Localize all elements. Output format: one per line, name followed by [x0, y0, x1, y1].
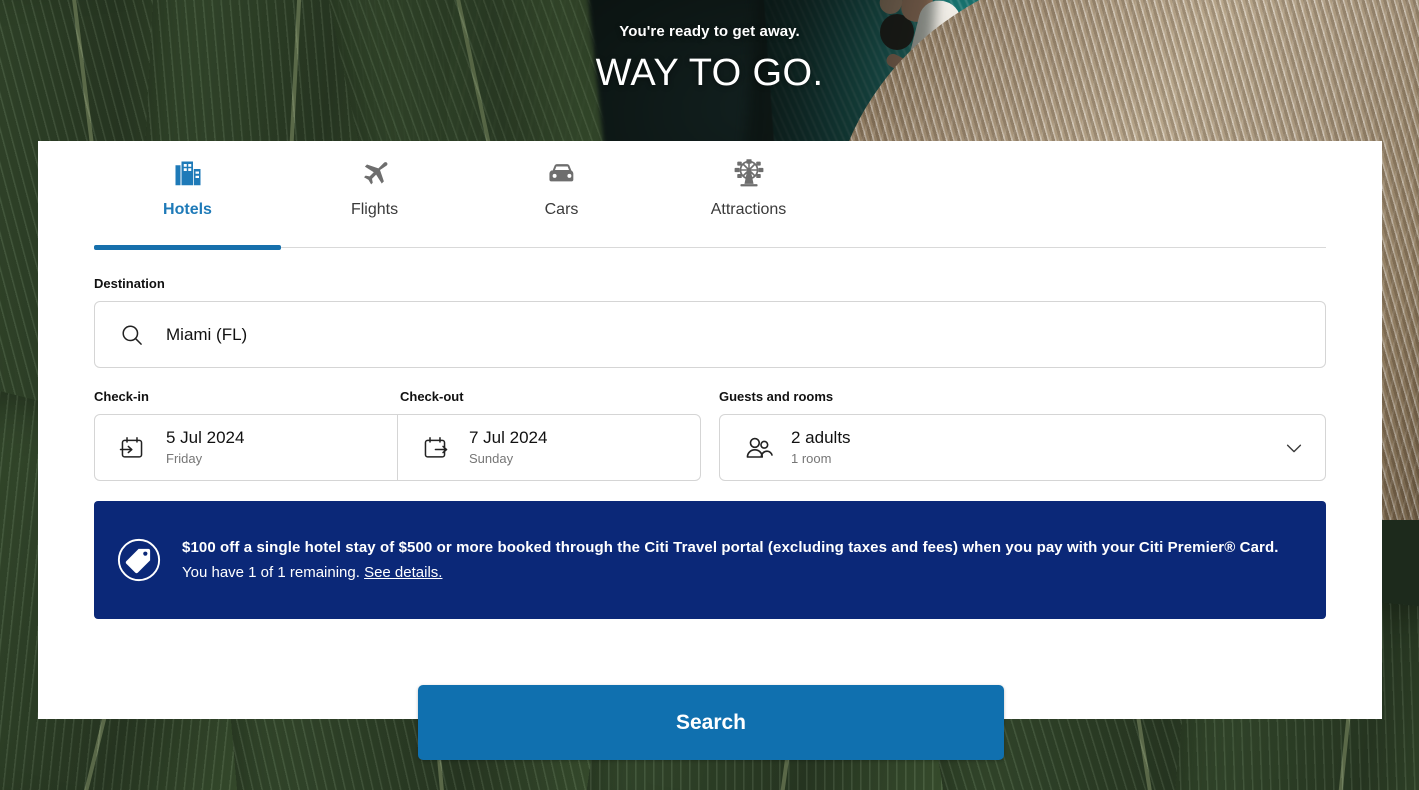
guests-travelers: 2 adults	[791, 428, 851, 447]
tab-flights-label: Flights	[350, 201, 399, 218]
ferris-wheel-icon	[733, 157, 765, 191]
guests-column: Guests and rooms 2 adults 1 room	[719, 388, 1326, 481]
hotel-icon	[173, 157, 203, 191]
checkin-date: 5 Jul 2024	[166, 428, 245, 447]
promo-headline: $100 off a single hotel stay of $500 or …	[182, 539, 1279, 556]
car-icon	[546, 157, 578, 191]
guests-input[interactable]: 2 adults 1 room	[719, 414, 1326, 481]
tab-flights[interactable]: Flights	[281, 141, 468, 247]
dates-guests-row: Check-in Check-out 5 Jul 2024 Friday 7 J…	[94, 388, 1326, 481]
guests-text: 2 adults 1 room	[791, 427, 1283, 468]
people-icon	[744, 434, 778, 462]
guests-rooms: 1 room	[791, 451, 832, 466]
destination-label: Destination	[94, 276, 165, 291]
destination-input[interactable]: Miami (FL)	[94, 301, 1326, 368]
tab-attractions-label: Attractions	[710, 201, 787, 218]
search-card: Hotels Flights Cars Attractions Destinat…	[38, 141, 1382, 719]
dates-input-group: 5 Jul 2024 Friday 7 Jul 2024 Sunday	[94, 414, 701, 481]
hero-copy: You're ready to get away. WAY TO GO.	[0, 22, 1419, 95]
checkout-date: 7 Jul 2024	[469, 428, 548, 447]
checkin-weekday: Friday	[166, 451, 203, 466]
promo-remaining-line: You have 1 of 1 remaining. See details.	[182, 560, 1279, 585]
tab-cars[interactable]: Cars	[468, 141, 655, 247]
promo-banner: $100 off a single hotel stay of $500 or …	[94, 501, 1326, 619]
search-tabs: Hotels Flights Cars Attractions	[94, 141, 1326, 250]
hero-title: WAY TO GO.	[595, 52, 824, 94]
checkout-text: 7 Jul 2024 Sunday	[469, 427, 547, 468]
search-fields: Destination Miami (FL) Check-in Check-ou…	[38, 275, 1382, 481]
see-details-link[interactable]: See details.	[364, 564, 442, 581]
checkout-weekday: Sunday	[469, 451, 514, 466]
hero-kicker: You're ready to get away.	[619, 23, 800, 40]
search-button[interactable]: Search	[418, 685, 1004, 760]
checkin-text: 5 Jul 2024 Friday	[166, 427, 244, 468]
tab-cars-label: Cars	[544, 201, 579, 218]
promo-remaining: You have 1 of 1 remaining.	[182, 564, 360, 581]
checkin-field[interactable]: 5 Jul 2024 Friday	[95, 415, 397, 480]
promo-text: $100 off a single hotel stay of $500 or …	[182, 535, 1279, 585]
chevron-down-icon[interactable]	[1283, 437, 1305, 459]
checkin-label: Check-in	[94, 389, 149, 404]
destination-value: Miami (FL)	[166, 324, 248, 344]
checkout-field[interactable]: 7 Jul 2024 Sunday	[397, 415, 700, 480]
tab-hotels-label: Hotels	[163, 201, 212, 218]
search-icon	[119, 322, 149, 348]
destination-block: Destination Miami (FL)	[94, 275, 1326, 368]
dates-column: Check-in Check-out 5 Jul 2024 Friday 7 J…	[94, 388, 701, 481]
guests-label: Guests and rooms	[719, 389, 834, 404]
airplane-icon	[360, 157, 390, 191]
tag-icon	[116, 537, 162, 583]
tab-hotels[interactable]: Hotels	[94, 141, 281, 250]
calendar-arrow-out-icon	[422, 435, 452, 461]
tab-attractions[interactable]: Attractions	[655, 141, 842, 247]
checkout-label: Check-out	[400, 389, 464, 404]
calendar-arrow-in-icon	[119, 435, 149, 461]
